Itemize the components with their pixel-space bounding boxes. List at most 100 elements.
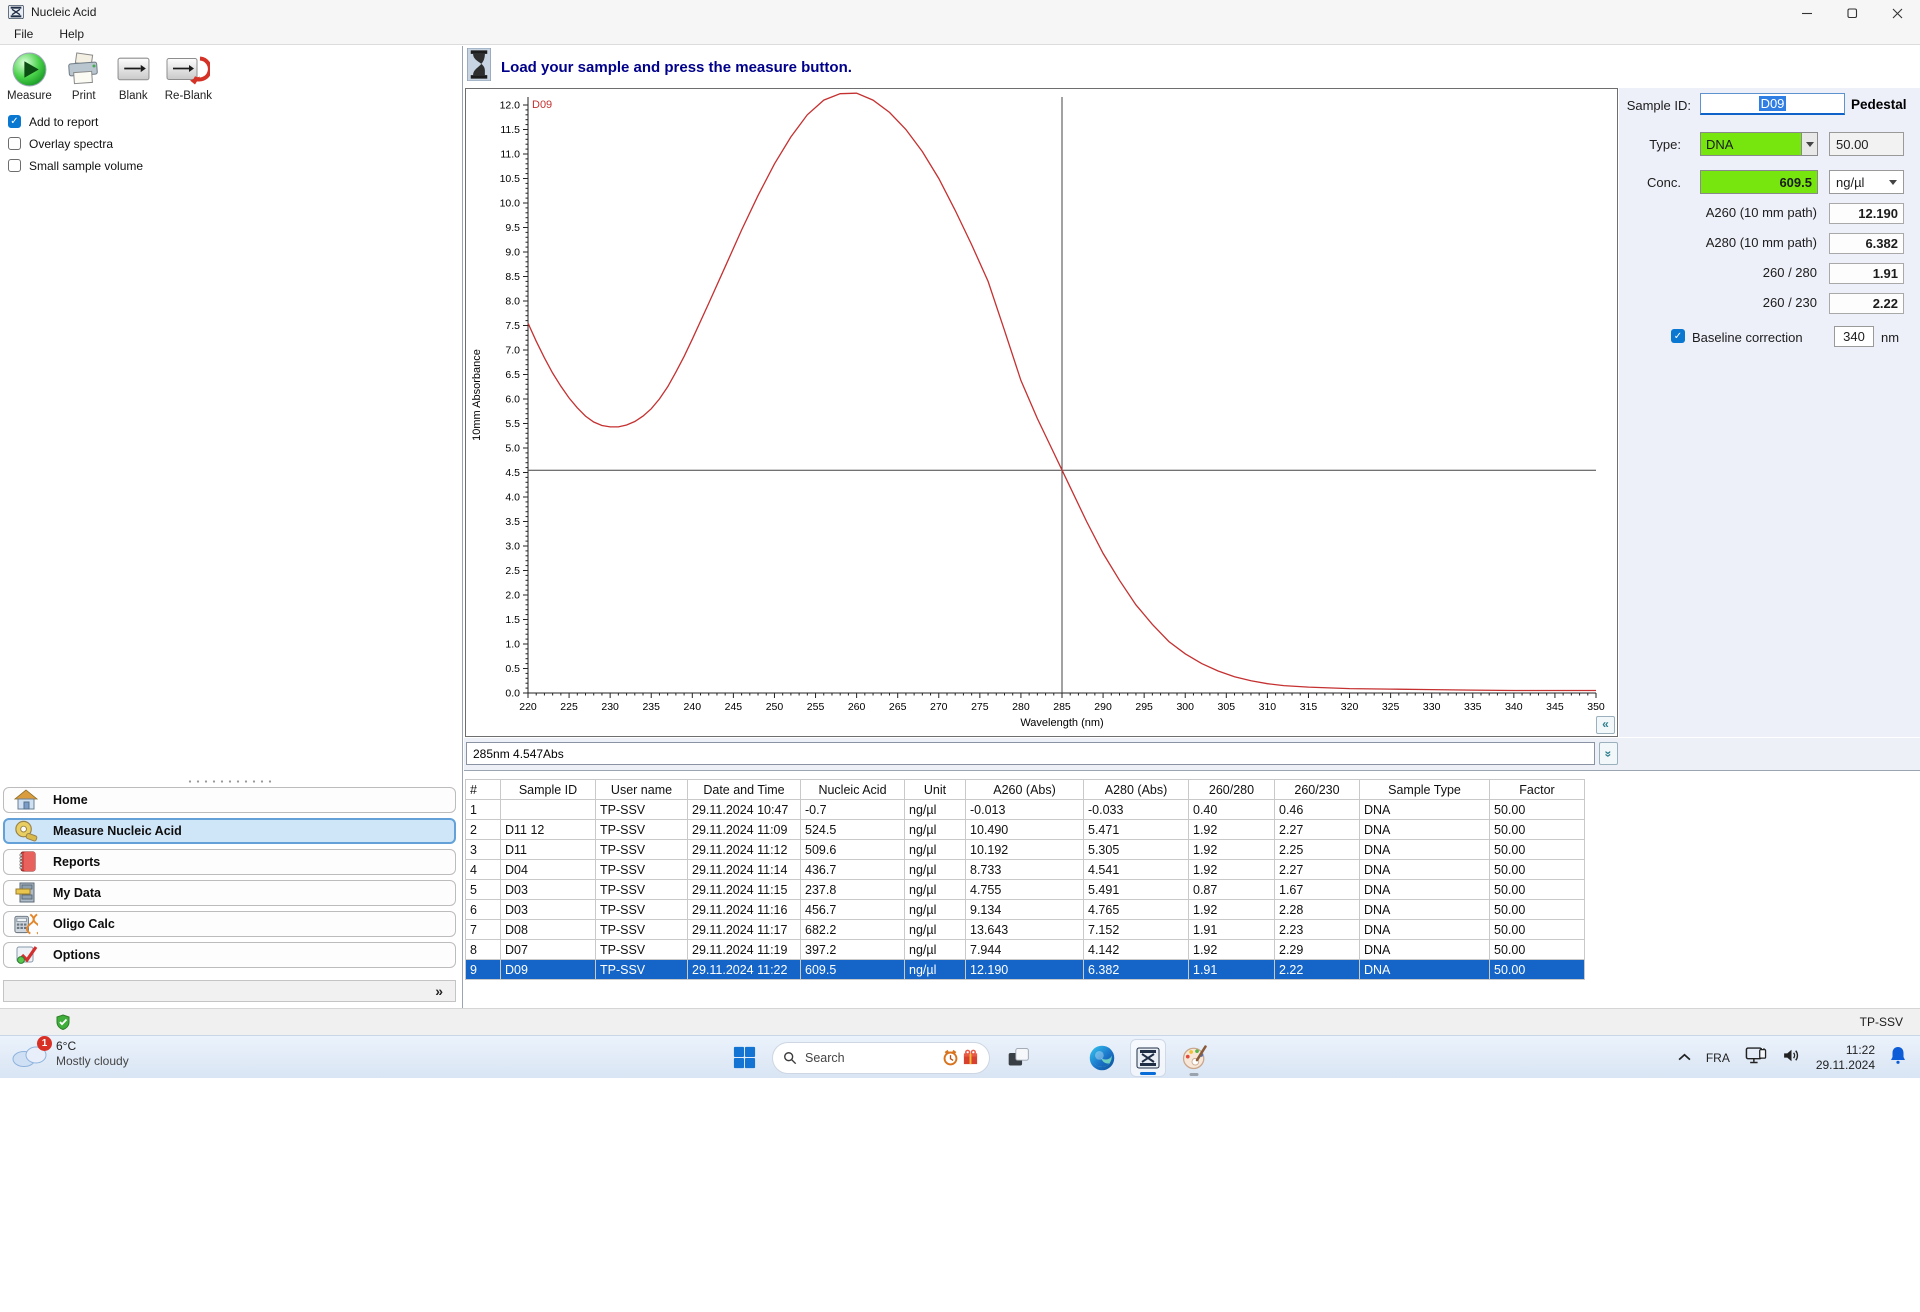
- table-cell[interactable]: 9: [465, 959, 501, 980]
- table-cell[interactable]: 10.192: [965, 839, 1084, 860]
- table-cell[interactable]: 50.00: [1489, 939, 1585, 960]
- checkbox-add-to-report[interactable]: ✓ Add to report: [8, 114, 143, 129]
- table-cell[interactable]: ng/µl: [904, 959, 966, 980]
- print-button[interactable]: Print: [61, 48, 107, 103]
- column-header-260-280[interactable]: 260/280: [1188, 779, 1275, 800]
- table-cell[interactable]: TP-SSV: [595, 959, 688, 980]
- search-input[interactable]: Search: [772, 1041, 990, 1074]
- table-cell[interactable]: 8.733: [965, 859, 1084, 880]
- table-cell[interactable]: D03: [500, 899, 596, 920]
- table-cell[interactable]: 2.23: [1274, 919, 1360, 940]
- column-header-date-and-time[interactable]: Date and Time: [687, 779, 801, 800]
- table-cell[interactable]: 7: [465, 919, 501, 940]
- table-cell[interactable]: 2.25: [1274, 839, 1360, 860]
- table-cell[interactable]: ng/µl: [904, 859, 966, 880]
- table-cell[interactable]: DNA: [1359, 819, 1490, 840]
- network-icon[interactable]: [1745, 1046, 1767, 1069]
- table-cell[interactable]: D09: [500, 959, 596, 980]
- blank-button[interactable]: Blank: [111, 48, 156, 103]
- table-cell[interactable]: DNA: [1359, 959, 1490, 980]
- checkbox-overlay-spectra[interactable]: Overlay spectra: [8, 136, 143, 151]
- table-cell[interactable]: 29.11.2024 11:19: [687, 939, 801, 960]
- table-cell[interactable]: 4.142: [1083, 939, 1189, 960]
- table-cell[interactable]: 29.11.2024 11:14: [687, 859, 801, 880]
- table-cell[interactable]: 1.92: [1188, 899, 1275, 920]
- table-row[interactable]: 7 D08 TP-SSV 29.11.2024 11:17 682.2 ng/µl 13.6…: [465, 919, 1585, 940]
- table-cell[interactable]: 5: [465, 879, 501, 900]
- table-cell[interactable]: 1.67: [1274, 879, 1360, 900]
- table-cell[interactable]: 5.471: [1083, 819, 1189, 840]
- column-header-sample-type[interactable]: Sample Type: [1359, 779, 1490, 800]
- table-cell[interactable]: D08: [500, 919, 596, 940]
- table-cell[interactable]: 6.382: [1083, 959, 1189, 980]
- table-cell[interactable]: 237.8: [800, 879, 905, 900]
- column-header-260-230[interactable]: 260/230: [1274, 779, 1360, 800]
- table-cell[interactable]: 397.2: [800, 939, 905, 960]
- table-cell[interactable]: 2.22: [1274, 959, 1360, 980]
- checkbox-icon[interactable]: [8, 159, 21, 172]
- table-cell[interactable]: DNA: [1359, 839, 1490, 860]
- table-cell[interactable]: 0.40: [1188, 799, 1275, 820]
- table-cell[interactable]: ng/µl: [904, 899, 966, 920]
- column-header-a280-abs[interactable]: A280 (Abs): [1083, 779, 1189, 800]
- table-cell[interactable]: ng/µl: [904, 919, 966, 940]
- table-cell[interactable]: DNA: [1359, 939, 1490, 960]
- menu-help[interactable]: Help: [59, 27, 84, 41]
- column-header-user-name[interactable]: User name: [595, 779, 688, 800]
- table-cell[interactable]: D07: [500, 939, 596, 960]
- table-cell[interactable]: 2.27: [1274, 859, 1360, 880]
- factor-field[interactable]: 50.00: [1829, 132, 1904, 156]
- sidebar-item-oligo-calc[interactable]: Oligo Calc: [3, 911, 456, 937]
- sidebar-collapse-button[interactable]: »: [435, 983, 443, 999]
- sidebar-item-home[interactable]: Home: [3, 787, 456, 813]
- table-cell[interactable]: 0.87: [1188, 879, 1275, 900]
- sidebar-item-reports[interactable]: Reports: [3, 849, 456, 875]
- checkbox-icon[interactable]: ✓: [8, 115, 21, 128]
- readout-expand-button[interactable]: »: [1599, 742, 1618, 765]
- table-cell[interactable]: DNA: [1359, 899, 1490, 920]
- table-cell[interactable]: 50.00: [1489, 819, 1585, 840]
- table-cell[interactable]: 29.11.2024 11:17: [687, 919, 801, 940]
- measure-button[interactable]: Measure: [2, 48, 57, 103]
- sample-id-input[interactable]: D09: [1700, 93, 1845, 115]
- table-cell[interactable]: D03: [500, 879, 596, 900]
- table-cell[interactable]: 2.27: [1274, 819, 1360, 840]
- table-cell[interactable]: 4.541: [1083, 859, 1189, 880]
- table-cell[interactable]: 29.11.2024 11:12: [687, 839, 801, 860]
- menu-file[interactable]: File: [14, 27, 33, 41]
- sidebar-item-measure-nucleic-acid[interactable]: Measure Nucleic Acid: [3, 818, 456, 844]
- maximize-button[interactable]: [1830, 0, 1875, 26]
- table-cell[interactable]: ng/µl: [904, 939, 966, 960]
- table-cell[interactable]: 50.00: [1489, 879, 1585, 900]
- volume-icon[interactable]: [1782, 1048, 1801, 1068]
- table-cell[interactable]: 436.7: [800, 859, 905, 880]
- table-cell[interactable]: 1.91: [1188, 919, 1275, 940]
- table-cell[interactable]: TP-SSV: [595, 919, 688, 940]
- checkbox-icon[interactable]: [8, 137, 21, 150]
- table-cell[interactable]: DNA: [1359, 859, 1490, 880]
- baseline-correction-checkbox[interactable]: ✓: [1671, 329, 1685, 343]
- table-row[interactable]: 2 D11 12 TP-SSV 29.11.2024 11:09 524.5 ng/µl 1…: [465, 819, 1585, 840]
- table-cell[interactable]: 50.00: [1489, 919, 1585, 940]
- table-cell[interactable]: -0.7: [800, 799, 905, 820]
- table-cell[interactable]: 456.7: [800, 899, 905, 920]
- table-cell[interactable]: 12.190: [965, 959, 1084, 980]
- task-view-button[interactable]: [1000, 1039, 1036, 1077]
- column-header-nucleic-acid[interactable]: Nucleic Acid: [800, 779, 905, 800]
- table-row[interactable]: 8 D07 TP-SSV 29.11.2024 11:19 397.2 ng/µl 7.94…: [465, 939, 1585, 960]
- table-cell[interactable]: TP-SSV: [595, 899, 688, 920]
- table-cell[interactable]: TP-SSV: [595, 939, 688, 960]
- table-cell[interactable]: TP-SSV: [595, 799, 688, 820]
- splitter-handle[interactable]: [185, 780, 276, 783]
- table-cell[interactable]: 524.5: [800, 819, 905, 840]
- table-cell[interactable]: 7.944: [965, 939, 1084, 960]
- edge-browser-icon[interactable]: [1084, 1039, 1120, 1077]
- table-cell[interactable]: 50.00: [1489, 839, 1585, 860]
- table-cell[interactable]: 509.6: [800, 839, 905, 860]
- table-row[interactable]: 1 TP-SSV 29.11.2024 10:47 -0.7 ng/µl -0.013 -0…: [465, 799, 1585, 820]
- table-cell[interactable]: 2: [465, 819, 501, 840]
- paint-app-icon[interactable]: [1176, 1039, 1212, 1077]
- table-cell[interactable]: 6: [465, 899, 501, 920]
- type-select[interactable]: DNA: [1700, 132, 1818, 156]
- column-header-factor[interactable]: Factor: [1489, 779, 1585, 800]
